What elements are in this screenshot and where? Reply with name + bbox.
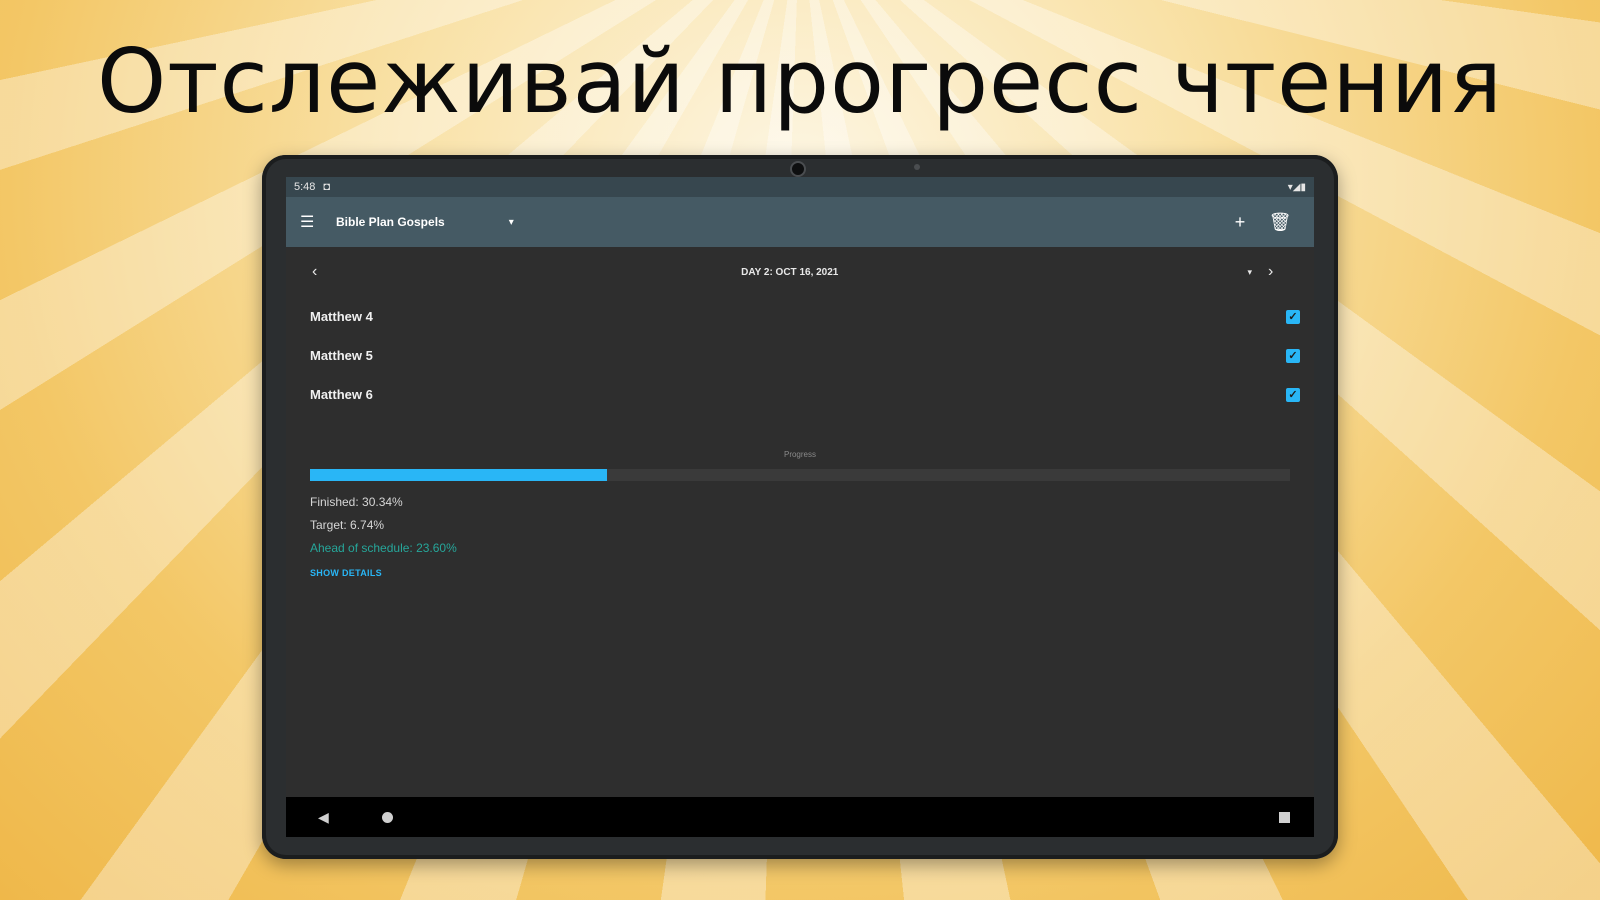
progress-label: Progress [783,450,816,459]
reading-label: Matthew 5 [310,348,373,363]
delete-icon[interactable]: 🗑 [1260,212,1300,233]
reading-item[interactable]: Matthew 5 ✓ [286,336,1314,375]
tablet-screen: 5:48 ◘ ▾◢▮ ☰ Bible Plan Gospels ▾ + 🗑 ‹ … [286,177,1314,837]
reading-item[interactable]: Matthew 6 ✓ [286,375,1314,414]
tablet-frame: 5:48 ◘ ▾◢▮ ☰ Bible Plan Gospels ▾ + 🗑 ‹ … [262,155,1338,859]
add-icon[interactable]: + [1220,212,1260,233]
recents-icon[interactable] [1279,811,1290,823]
show-details-button[interactable]: SHOW DETAILS [310,568,1314,578]
promo-headline: Отслеживай прогресс чтения [97,30,1503,133]
system-nav-bar: ◀ [286,797,1314,837]
status-time: 5:48 [294,181,316,193]
day-picker-icon[interactable]: ▾ [1247,267,1252,278]
back-icon[interactable]: ◀ [318,809,329,826]
ahead-stat: Ahead of schedule: 23.60% [310,541,457,555]
home-icon[interactable] [382,811,393,823]
notification-icon: ◘ [323,181,331,193]
finished-stat: Finished: 30.34% [310,495,403,509]
reading-label: Matthew 6 [310,387,373,402]
menu-icon[interactable]: ☰ [300,212,316,232]
progress-stats: Finished: 30.34% Target: 6.74% Ahead of … [310,491,1314,560]
app-bar: ☰ Bible Plan Gospels ▾ + 🗑 [286,197,1314,247]
progress-bar [310,469,1290,481]
progress-bar-fill [310,469,608,481]
checkbox-checked-icon[interactable]: ✓ [1286,387,1300,402]
readings-list: Matthew 4 ✓ Matthew 5 ✓ Matthew 6 ✓ [286,297,1314,414]
checkbox-checked-icon[interactable]: ✓ [1286,309,1300,324]
proximity-sensor [914,164,920,170]
day-label: DAY 2: OCT 16, 2021 [741,266,839,278]
status-icons: ▾◢▮ [1287,181,1306,193]
target-stat: Target: 6.74% [310,518,385,532]
plan-title[interactable]: Bible Plan Gospels [336,215,445,229]
front-camera [790,161,806,177]
checkbox-checked-icon[interactable]: ✓ [1286,348,1300,363]
reading-item[interactable]: Matthew 4 ✓ [286,297,1314,336]
next-day-icon[interactable]: › [1268,263,1288,281]
status-bar: 5:48 ◘ ▾◢▮ [286,177,1314,197]
prev-day-icon[interactable]: ‹ [312,263,332,281]
day-navigator: ‹ DAY 2: OCT 16, 2021 ▾ › [286,247,1314,297]
reading-label: Matthew 4 [310,309,373,324]
chevron-down-icon[interactable]: ▾ [509,217,514,228]
